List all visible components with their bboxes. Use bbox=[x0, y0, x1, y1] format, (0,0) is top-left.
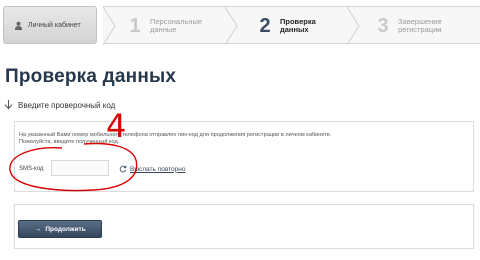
page-title: Проверка данных bbox=[5, 66, 177, 87]
resend-code-link[interactable]: Выслать повторно bbox=[119, 165, 185, 173]
arrow-down-icon bbox=[4, 100, 13, 110]
step-separator-icon bbox=[103, 7, 116, 45]
registration-steps-bar: Личный кабинет 1 Персональные данные 2 П… bbox=[0, 0, 480, 50]
step-personal-data: 1 Персональные данные bbox=[127, 7, 210, 45]
continue-label: Продолжить bbox=[45, 225, 86, 233]
step-number: 1 bbox=[129, 14, 141, 37]
step-number: 3 bbox=[377, 14, 389, 37]
step-number: 2 bbox=[259, 14, 271, 37]
sms-code-input[interactable] bbox=[51, 160, 109, 176]
info-line: Пожалуйста, введите полученный код. bbox=[19, 139, 120, 145]
arrow-right-icon: → bbox=[34, 225, 42, 233]
step-label: Проверка данных bbox=[280, 17, 316, 34]
annotation-step-number: 4 bbox=[106, 107, 127, 145]
continue-button[interactable]: → Продолжить bbox=[18, 220, 102, 238]
info-line: На указанный Вами номер мобильного телеф… bbox=[19, 132, 332, 138]
personal-cabinet-label: Личный кабинет bbox=[28, 21, 81, 29]
steps-track: 1 Персональные данные 2 Проверка данных … bbox=[103, 6, 480, 45]
step-separator-icon bbox=[347, 7, 360, 45]
sms-code-label: SMS-код bbox=[19, 166, 44, 172]
personal-cabinet-tab[interactable]: Личный кабинет bbox=[3, 6, 97, 44]
step-data-verification: 2 Проверка данных bbox=[257, 7, 340, 45]
step-separator-icon bbox=[225, 7, 238, 45]
form-actions: → Продолжить bbox=[14, 204, 474, 249]
section-subtitle: Введите проверочный код bbox=[4, 100, 115, 110]
resend-code-label: Выслать повторно bbox=[130, 165, 186, 173]
sms-code-form: На указанный Вами номер мобильного телеф… bbox=[14, 121, 474, 192]
user-icon bbox=[14, 21, 23, 30]
step-label: Завершение регистрации bbox=[398, 17, 442, 34]
info-text: На указанный Вами номер мобильного телеф… bbox=[19, 132, 459, 146]
step-registration-complete: 3 Завершение регистрации bbox=[375, 7, 458, 45]
refresh-icon bbox=[119, 165, 127, 173]
step-label: Персональные данные bbox=[150, 17, 203, 34]
subtitle-text: Введите проверочный код bbox=[18, 100, 116, 110]
